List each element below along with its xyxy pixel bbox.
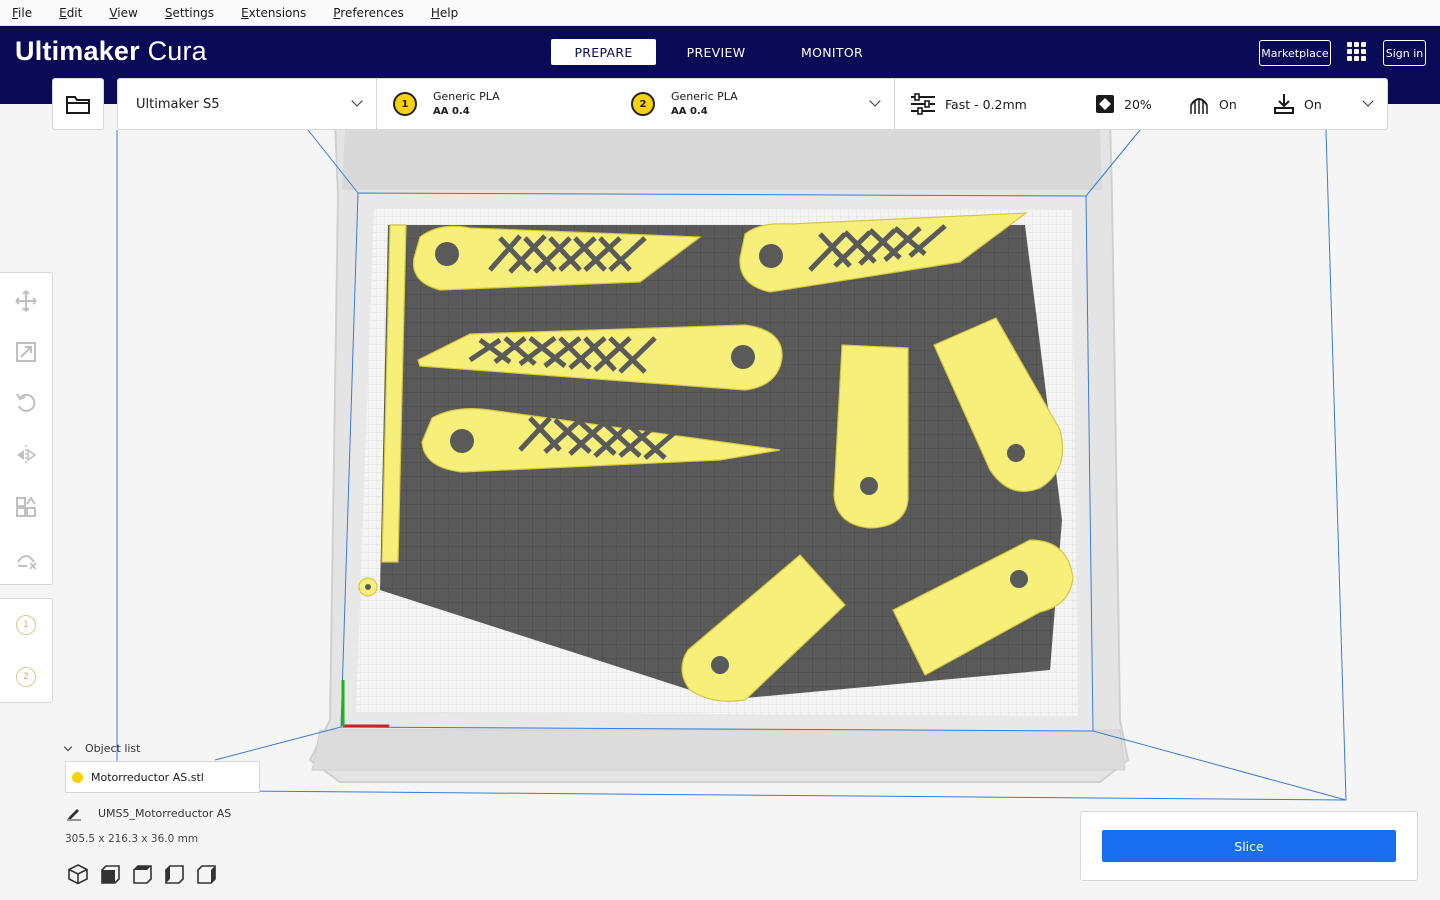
left-view-icon[interactable] xyxy=(162,862,186,886)
extruder-1-material: Generic PLA xyxy=(433,90,500,103)
tab-preview[interactable]: PREVIEW xyxy=(656,39,776,65)
menu-bar: File Edit View Settings Extensions Prefe… xyxy=(0,0,1440,26)
menu-settings[interactable]: Settings xyxy=(157,6,222,20)
tab-prepare[interactable]: PREPARE xyxy=(551,39,656,65)
object-list-title: Object list xyxy=(85,742,141,755)
sign-in-button[interactable]: Sign in xyxy=(1383,40,1426,66)
3d-view-icon[interactable] xyxy=(66,862,90,886)
move-icon[interactable] xyxy=(14,289,38,313)
menu-help[interactable]: Help xyxy=(423,6,466,20)
camera-view-buttons xyxy=(66,862,226,886)
tool-panel xyxy=(0,272,53,585)
job-name-text: UMS5_Motorreductor AS xyxy=(98,806,232,820)
slice-button[interactable]: Slice xyxy=(1102,830,1396,862)
front-view-icon[interactable] xyxy=(98,862,122,886)
edit-pencil-icon[interactable] xyxy=(66,805,82,821)
extruder-selector-panel: 1 2 xyxy=(0,598,53,703)
extruder-color-dot xyxy=(72,771,83,783)
model-dimensions: 305.5 x 216.3 x 36.0 mm xyxy=(65,833,199,845)
adhesion-setting[interactable]: On xyxy=(1273,79,1322,129)
object-list-item[interactable]: Motorreductor AS.stl xyxy=(65,761,260,793)
job-name[interactable]: UMS5_Motorreductor AS xyxy=(66,805,231,821)
printer-dropdown-chevron-icon[interactable] xyxy=(351,95,363,107)
open-file-button[interactable] xyxy=(52,78,104,130)
print-settings-chevron-icon[interactable] xyxy=(1362,95,1374,107)
rotate-icon[interactable] xyxy=(14,391,38,415)
extruder-2-core: AA 0.4 xyxy=(671,106,708,117)
menu-file[interactable]: File xyxy=(4,6,40,20)
mirror-icon[interactable] xyxy=(14,443,38,467)
object-list-toggle[interactable]: Object list xyxy=(63,742,141,755)
adhesion-value: On xyxy=(1304,96,1322,112)
extruder-2-button[interactable]: 2 xyxy=(14,665,38,689)
printer-selector[interactable]: Ultimaker S5 xyxy=(136,79,220,129)
right-view-icon[interactable] xyxy=(194,862,218,886)
extruder-1-badge: 1 xyxy=(393,92,417,116)
object-file-name: Motorreductor AS.stl xyxy=(91,770,204,784)
collapse-chevron-icon xyxy=(63,742,73,751)
sliders-icon xyxy=(911,93,935,115)
menu-preferences[interactable]: Preferences xyxy=(325,6,412,20)
extruder-2-badge: 2 xyxy=(631,92,655,116)
extruder-2-material: Generic PLA xyxy=(671,90,738,103)
support-blocker-icon[interactable] xyxy=(14,547,38,571)
marketplace-button[interactable]: Marketplace xyxy=(1259,40,1331,66)
tab-monitor[interactable]: MONITOR xyxy=(776,39,888,65)
adhesion-icon xyxy=(1274,94,1294,114)
menu-view[interactable]: View xyxy=(101,6,145,20)
printer-name: Ultimaker S5 xyxy=(136,96,220,112)
material-dropdown-chevron-icon[interactable] xyxy=(869,95,881,107)
menu-extensions[interactable]: Extensions xyxy=(233,6,314,20)
extruder-1-config[interactable]: 1 Generic PLA AA 0.4 xyxy=(393,79,500,129)
profile-label: Fast - 0.2mm xyxy=(945,96,1027,112)
extruder-2-config[interactable]: 2 Generic PLA AA 0.4 xyxy=(631,79,738,129)
support-value: On xyxy=(1219,96,1237,112)
support-icon xyxy=(1190,98,1208,114)
menu-edit[interactable]: Edit xyxy=(51,6,90,20)
applications-grid-icon[interactable] xyxy=(1347,42,1367,62)
action-panel: Slice xyxy=(1080,811,1418,881)
extruder-1-button[interactable]: 1 xyxy=(14,613,38,637)
extruder-1-core: AA 0.4 xyxy=(433,106,470,117)
support-setting[interactable]: On xyxy=(1188,79,1237,129)
top-view-icon[interactable] xyxy=(130,862,154,886)
scale-icon[interactable] xyxy=(14,340,38,364)
machine-settings-bar: Ultimaker S5 1 Generic PLA AA 0.4 2 Gene… xyxy=(117,78,1388,130)
per-model-settings-icon[interactable] xyxy=(14,495,38,519)
print-profile-selector[interactable]: Fast - 0.2mm xyxy=(910,79,1027,129)
stage-tabs: PREPARE PREVIEW MONITOR xyxy=(551,39,888,65)
folder-icon xyxy=(66,96,90,114)
infill-icon xyxy=(1096,95,1114,113)
app-logo: Ultimaker Cura xyxy=(15,36,207,66)
infill-setting[interactable]: 20% xyxy=(1095,79,1152,129)
infill-value: 20% xyxy=(1124,96,1152,112)
